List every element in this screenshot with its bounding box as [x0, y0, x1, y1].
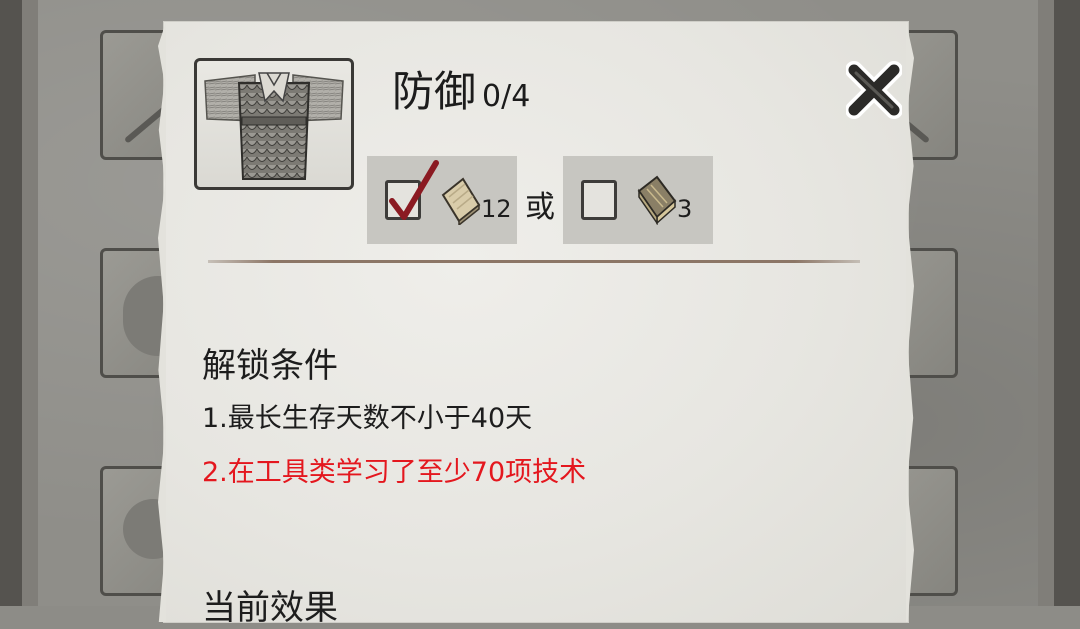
- cost-option-a-quantity: 12: [481, 195, 512, 223]
- tech-progress: 0/4: [482, 79, 531, 114]
- tech-title: 防御 0/4: [392, 58, 530, 116]
- unlock-heading: 解锁条件: [202, 346, 338, 386]
- checkmark-icon: [389, 160, 439, 220]
- tech-detail-dialog: 防御 0/4 12 或 3 解锁条件 1.最长生存天数不小于40天 2.在工具类…: [164, 22, 908, 628]
- cost-option-a-checkbox[interactable]: [385, 160, 439, 220]
- cost-option-b-checkbox[interactable]: [581, 180, 617, 220]
- cost-separator: 或: [525, 190, 555, 225]
- unlock-condition-2: 2.在工具类学习了至少70项技术: [202, 457, 587, 488]
- close-icon: [845, 61, 903, 119]
- lamellar-armor-icon: [204, 72, 344, 180]
- cost-option-b-quantity: 3: [677, 195, 693, 223]
- close-button[interactable]: [845, 60, 903, 120]
- unlock-condition-1: 1.最长生存天数不小于40天: [202, 403, 533, 434]
- item-frame: [194, 58, 354, 190]
- effect-heading: 当前效果: [202, 588, 338, 628]
- background-frame-right: [1038, 0, 1080, 606]
- tech-name: 防御: [392, 67, 477, 116]
- cost-option-b[interactable]: 3: [563, 156, 713, 244]
- background-frame-left: [0, 0, 38, 606]
- bound-book-icon: [637, 175, 677, 225]
- cost-option-a[interactable]: 12: [367, 156, 517, 244]
- paper-scroll-icon: [441, 177, 481, 225]
- section-divider: [208, 260, 860, 263]
